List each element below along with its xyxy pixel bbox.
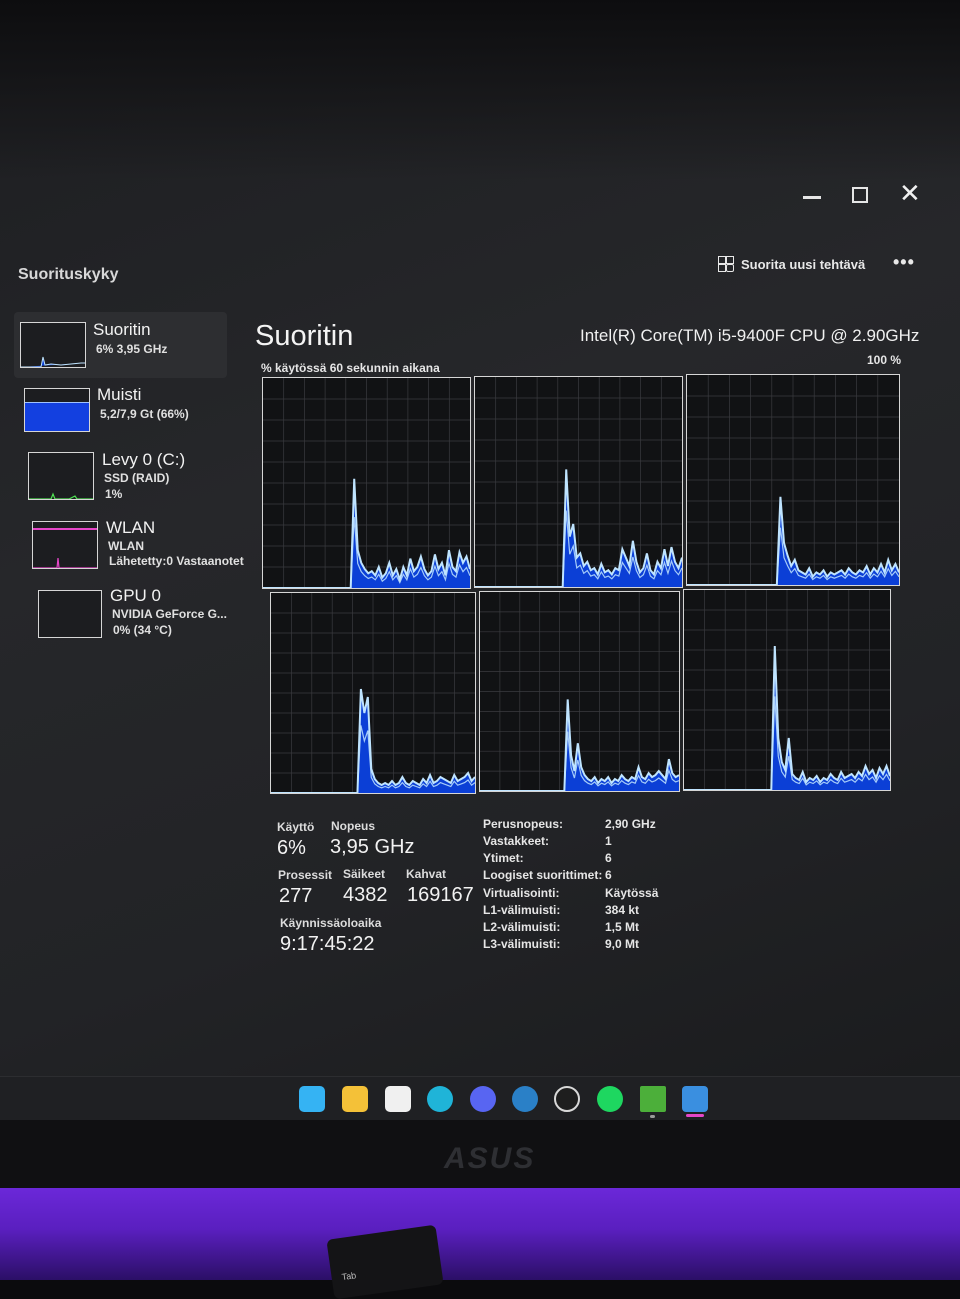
sidebar-item-detail: 6% 3,95 GHz bbox=[96, 342, 168, 356]
disk-thumbnail bbox=[28, 452, 94, 500]
core-graph-svg bbox=[687, 375, 899, 585]
monitor-brand-logo: ASUS bbox=[444, 1142, 536, 1175]
obs-icon[interactable] bbox=[554, 1086, 580, 1112]
running-app-indicator bbox=[650, 1115, 655, 1118]
file-explorer-icon[interactable] bbox=[342, 1086, 368, 1112]
core-graph-svg bbox=[263, 378, 470, 588]
spec-value: 1,5 Mt bbox=[605, 920, 640, 934]
sidebar-item-detail: 5,2/7,9 Gt (66%) bbox=[100, 407, 189, 421]
core-graph-3 bbox=[686, 374, 900, 586]
core-graph-1 bbox=[262, 377, 471, 589]
usage-label: Käyttö bbox=[277, 820, 315, 834]
usage-graph-max: 100 % bbox=[867, 353, 902, 367]
spec-label: Loogiset suorittimet: bbox=[483, 868, 603, 882]
speed-value: 3,95 GHz bbox=[330, 836, 415, 858]
uptime-label: Käynnissäoloaika bbox=[280, 916, 382, 930]
spec-label: Virtualisointi: bbox=[483, 886, 560, 900]
gpu-thumbnail bbox=[38, 590, 102, 638]
wlan-thumbnail bbox=[32, 521, 98, 569]
microsoft-store-icon[interactable] bbox=[385, 1086, 411, 1112]
core-graph-6 bbox=[683, 589, 891, 791]
maximize-button[interactable] bbox=[852, 187, 868, 203]
new-task-icon bbox=[718, 256, 734, 272]
run-new-task-label: Suorita uusi tehtävä bbox=[741, 256, 866, 272]
spec-value: Käytössä bbox=[605, 886, 659, 900]
more-options-button[interactable]: ••• bbox=[893, 252, 915, 273]
active-app-indicator bbox=[686, 1114, 704, 1117]
spec-value: 6 bbox=[605, 868, 612, 882]
wlan-graph-line bbox=[33, 528, 97, 530]
windows-start-icon[interactable] bbox=[299, 1086, 325, 1112]
spec-label: Perusnopeus: bbox=[483, 817, 564, 831]
spec-label: L2-välimuisti: bbox=[483, 920, 561, 934]
memory-usage-fill bbox=[25, 402, 89, 431]
sidebar-item-label: Levy 0 (C:) bbox=[102, 450, 186, 469]
disk-mini-graph bbox=[29, 492, 93, 500]
sidebar-item-detail: SSD (RAID) bbox=[104, 471, 170, 485]
sidebar-item-label: Muisti bbox=[97, 385, 142, 404]
spec-value: 9,0 Mt bbox=[605, 937, 640, 951]
processes-value: 277 bbox=[279, 885, 313, 907]
sidebar-item-detail: 0% (34 °C) bbox=[113, 623, 172, 637]
page-title: Suorituskyky bbox=[18, 266, 119, 283]
core-graph-svg bbox=[684, 590, 890, 790]
spec-value: 1 bbox=[605, 834, 612, 848]
cpu-mini-graph bbox=[21, 356, 85, 368]
spec-value: 6 bbox=[605, 851, 612, 865]
core-graph-4 bbox=[270, 592, 476, 794]
sidebar-item-label: WLAN bbox=[106, 518, 156, 537]
sidebar-item-detail: WLAN bbox=[108, 539, 144, 553]
steam-icon[interactable] bbox=[512, 1086, 538, 1112]
core-graph-svg bbox=[480, 592, 679, 791]
sidebar-item-detail: Lähetetty:0 Vastaanotet bbox=[109, 554, 244, 568]
core-graph-svg bbox=[475, 377, 682, 587]
handles-label: Kahvat bbox=[406, 867, 447, 881]
minecraft-icon[interactable] bbox=[640, 1086, 666, 1112]
discord-icon[interactable] bbox=[470, 1086, 496, 1112]
usage-graph-label: % käytössä 60 sekunnin aikana bbox=[261, 361, 440, 375]
speed-label: Nopeus bbox=[331, 819, 376, 833]
threads-label: Säikeet bbox=[343, 867, 386, 881]
spec-label: Ytimet: bbox=[483, 851, 524, 865]
core-graph-5 bbox=[479, 591, 680, 792]
sidebar-item-label: GPU 0 bbox=[110, 586, 162, 605]
spec-value: 2,90 GHz bbox=[605, 817, 656, 831]
usage-value: 6% bbox=[277, 837, 306, 859]
cpu-title: Suoritin bbox=[255, 320, 354, 352]
run-new-task-button[interactable]: Suorita uusi tehtävä bbox=[718, 256, 865, 272]
uptime-value: 9:17:45:22 bbox=[280, 933, 375, 955]
cpu-model: Intel(R) Core(TM) i5-9400F CPU @ 2.90GHz bbox=[580, 326, 920, 345]
spec-label: Vastakkeet: bbox=[483, 834, 550, 848]
spec-value: 384 kt bbox=[605, 903, 640, 917]
spec-label: L1-välimuisti: bbox=[483, 903, 561, 917]
sidebar-item-detail: NVIDIA GeForce G... bbox=[112, 607, 227, 621]
threads-value: 4382 bbox=[343, 884, 388, 906]
close-button[interactable]: ✕ bbox=[899, 180, 921, 206]
processes-label: Prosessit bbox=[278, 868, 333, 882]
memory-thumbnail bbox=[24, 388, 90, 432]
sidebar-item-detail: 1% bbox=[105, 487, 123, 501]
core-graph-2 bbox=[474, 376, 683, 588]
minimize-button[interactable] bbox=[803, 196, 821, 199]
spotify-icon[interactable] bbox=[597, 1086, 623, 1112]
desk-rgb-light bbox=[0, 1188, 960, 1280]
handles-value: 169167 bbox=[407, 884, 474, 906]
key-label: Tab bbox=[340, 1270, 357, 1283]
edge-icon[interactable] bbox=[427, 1086, 453, 1112]
spec-label: L3-välimuisti: bbox=[483, 937, 561, 951]
monitor-screen: ✕ Suorituskyky Suorita uusi tehtävä ••• … bbox=[0, 0, 960, 1120]
cpu-thumbnail bbox=[20, 322, 86, 368]
core-graph-svg bbox=[271, 593, 475, 793]
task-manager-icon[interactable] bbox=[682, 1086, 708, 1112]
sidebar-item-label: Suoritin bbox=[93, 320, 151, 339]
